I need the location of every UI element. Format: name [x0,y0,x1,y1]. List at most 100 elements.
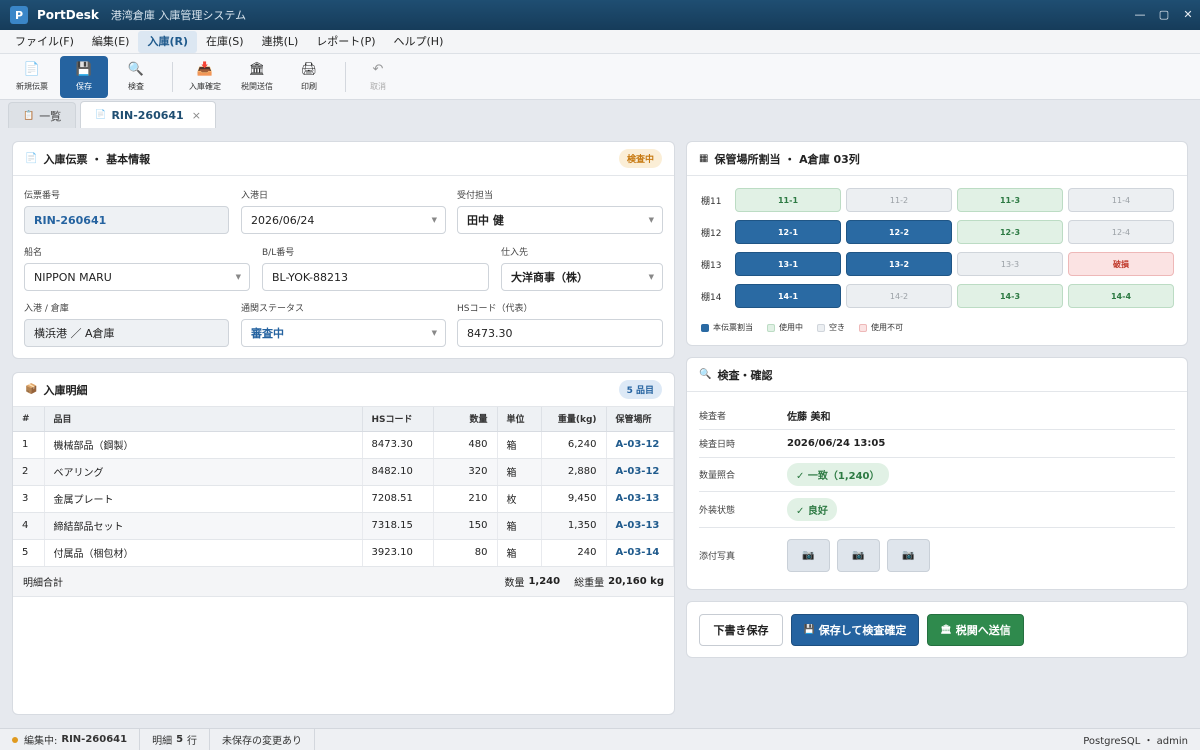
photo-thumbnail[interactable]: 📷 [837,538,880,572]
document-icon: 📄 [95,110,107,120]
print-button[interactable]: 🖨 印刷 [285,56,333,98]
voucher-number-input[interactable]: RIN-260641 [24,206,229,234]
exterior-badge: ✓ 良好 [787,498,837,521]
details-panel: 📦 入庫明細 5 品目 # 品目 HSコード 数量 単位 重量(kg) 保管場所… [12,372,675,715]
column-header[interactable]: 重量(kg) [541,407,607,432]
hs-code-field: HSコード（代表） 8473.30 [457,301,663,347]
close-tab-icon[interactable]: × [192,109,201,122]
column-header[interactable]: # [13,407,45,432]
slot-cell[interactable]: 14-2 [846,284,952,308]
undo-icon: ↶ [372,61,384,77]
column-header[interactable]: 数量 [433,407,498,432]
maximize-button[interactable]: ▢ [1152,0,1176,30]
status-bar: 編集中: RIN-260641 明細 5 行 未保存の変更あり PostgreS… [0,728,1200,750]
db-status: PostgreSQL ・ admin [1083,736,1188,747]
new-voucher-button[interactable]: 📄 新規伝票 [8,56,56,98]
slot-cell[interactable]: 12-4 [1068,220,1174,244]
qty-total-label: 数量 [504,577,525,589]
customs-status-field: 通関ステータス 審査中 ▼ [241,301,446,347]
grid-map-icon: ▦ [699,153,709,164]
column-header[interactable]: 保管場所 [606,407,674,432]
chevron-down-icon: ▼ [648,273,654,281]
save-and-confirm-button[interactable]: 💾 保存して検査確定 [791,614,919,646]
panel-header: 📦 入庫明細 5 品目 [13,373,674,407]
table-row[interactable]: 4 締結部品セット 7318.15 150 箱 1,350 A-03-13 [13,512,674,540]
shelf-row: 棚12 12-1 12-2 12-3 12-4 [701,219,1179,245]
save-button[interactable]: 💾 保存 [60,55,108,98]
menu-report[interactable]: レポート(P) [307,31,384,53]
slot-cell[interactable]: 14-1 [735,284,841,308]
slot-cell[interactable]: 14-4 [1068,284,1174,308]
customs-status-select[interactable]: 審査中 ▼ [241,319,446,347]
slot-cell[interactable]: 13-2 [846,252,952,276]
staff-select[interactable]: 田中 健 ▼ [457,206,663,234]
confirm-receiving-button[interactable]: 📥 入庫確定 [181,56,229,98]
chevron-down-icon: ▼ [235,273,241,281]
customs-send-button[interactable]: 🏛 税関送信 [233,56,281,98]
toolbar: 📄 新規伝票 💾 保存 🔍 検査 📥 入庫確定 🏛 税関送信 🖨 印刷 ↶ 取消 [0,54,1200,100]
unsaved-status: 未保存の変更あり [210,728,316,750]
minimize-button[interactable]: — [1128,0,1152,30]
search-icon: 🔍 [699,369,712,380]
save-draft-button[interactable]: 下書き保存 [699,614,783,646]
slot-cell[interactable]: 破損 [1068,252,1174,276]
menu-edit[interactable]: 編集(E) [83,31,139,53]
qty-check-badge: ✓ 一致（1,240） [787,463,889,486]
column-header[interactable]: 品目 [44,407,363,432]
inbox-icon: 📥 [196,61,214,77]
supplier-field: 仕入先 大洋商事（株） ▼ [501,245,663,291]
slot-cell[interactable]: 11-1 [735,188,841,212]
chevron-down-icon: ▼ [431,216,437,224]
table-row[interactable]: 2 ベアリング 8482.10 320 箱 2,880 A-03-12 [13,458,674,486]
tab-list[interactable]: 📋 一覧 [8,102,77,128]
cancel-button[interactable]: ↶ 取消 [354,56,402,98]
new-document-icon: 📄 [23,61,41,77]
table-row[interactable]: 5 付属品（梱包材） 3923.10 80 箱 240 A-03-14 [13,539,674,567]
slot-cell[interactable]: 12-3 [957,220,1063,244]
slot-cell[interactable]: 13-1 [735,252,841,276]
photo-thumbnail[interactable]: 📷 [787,538,830,572]
close-window-button[interactable]: ✕ [1176,0,1200,30]
printer-icon: 🖨 [300,61,318,77]
column-header[interactable]: 単位 [497,407,542,432]
menu-inventory[interactable]: 在庫(S) [197,31,253,53]
title-bar: P PortDesk 港湾倉庫 入庫管理システム — ▢ ✕ [0,0,1200,30]
slot-cell[interactable]: 11-4 [1068,188,1174,212]
ship-name-select[interactable]: NIPPON MARU ▼ [24,263,250,291]
arrival-date-picker[interactable]: 2026/06/24 ▼ [241,206,446,234]
supplier-select[interactable]: 大洋商事（株） ▼ [501,263,663,291]
slot-cell[interactable]: 14-3 [957,284,1063,308]
slot-cell[interactable]: 11-3 [957,188,1063,212]
app-subtitle: 港湾倉庫 入庫管理システム [110,9,247,22]
status-badge: 検査中 [618,149,662,168]
toolbar-divider [345,61,346,92]
photo-thumbnail[interactable]: 📷 [887,538,930,572]
slot-cell[interactable]: 13-3 [957,252,1063,276]
photos-row: 添付写真 📷 📷 📷 [699,532,1175,578]
legend-swatch [767,323,775,332]
tab-current-voucher[interactable]: 📄 RIN-260641 × [80,101,216,128]
menu-receiving[interactable]: 入庫(R) [138,30,197,53]
arrival-date-field: 入港日 2026/06/24 ▼ [241,188,446,234]
line-count-status: 明細 5 行 [140,728,211,750]
menu-file[interactable]: ファイル(F) [6,31,83,53]
table-row[interactable]: 3 金属プレート 7208.51 210 枚 9,450 A-03-13 [13,485,674,513]
port-warehouse-input[interactable]: 横浜港 ／ A倉庫 [24,319,229,347]
chevron-down-icon: ▼ [431,329,437,337]
inspect-button[interactable]: 🔍 検査 [112,56,160,98]
chevron-down-icon: ▼ [648,216,654,224]
menu-help[interactable]: ヘルプ(H) [385,31,453,53]
send-customs-button[interactable]: 🏛 税関へ送信 [927,614,1024,646]
column-header[interactable]: HSコード [362,407,434,432]
inspector-row: 検査者 佐藤 美和 [699,402,1175,430]
slot-cell[interactable]: 12-2 [846,220,952,244]
slot-cell[interactable]: 12-1 [735,220,841,244]
bl-number-input[interactable]: BL-YOK-88213 [262,263,489,291]
slot-cell[interactable]: 11-2 [846,188,952,212]
table-row[interactable]: 1 機械部品（鋼製） 8473.30 480 箱 6,240 A-03-12 [13,431,674,459]
panel-title: 入庫伝票 ・ 基本情報 [43,152,151,166]
menu-integration[interactable]: 連携(L) [253,31,308,53]
item-count-badge: 5 品目 [618,380,662,399]
hs-code-input[interactable]: 8473.30 [457,319,663,347]
bl-number-field: B/L番号 BL-YOK-88213 [262,245,489,291]
